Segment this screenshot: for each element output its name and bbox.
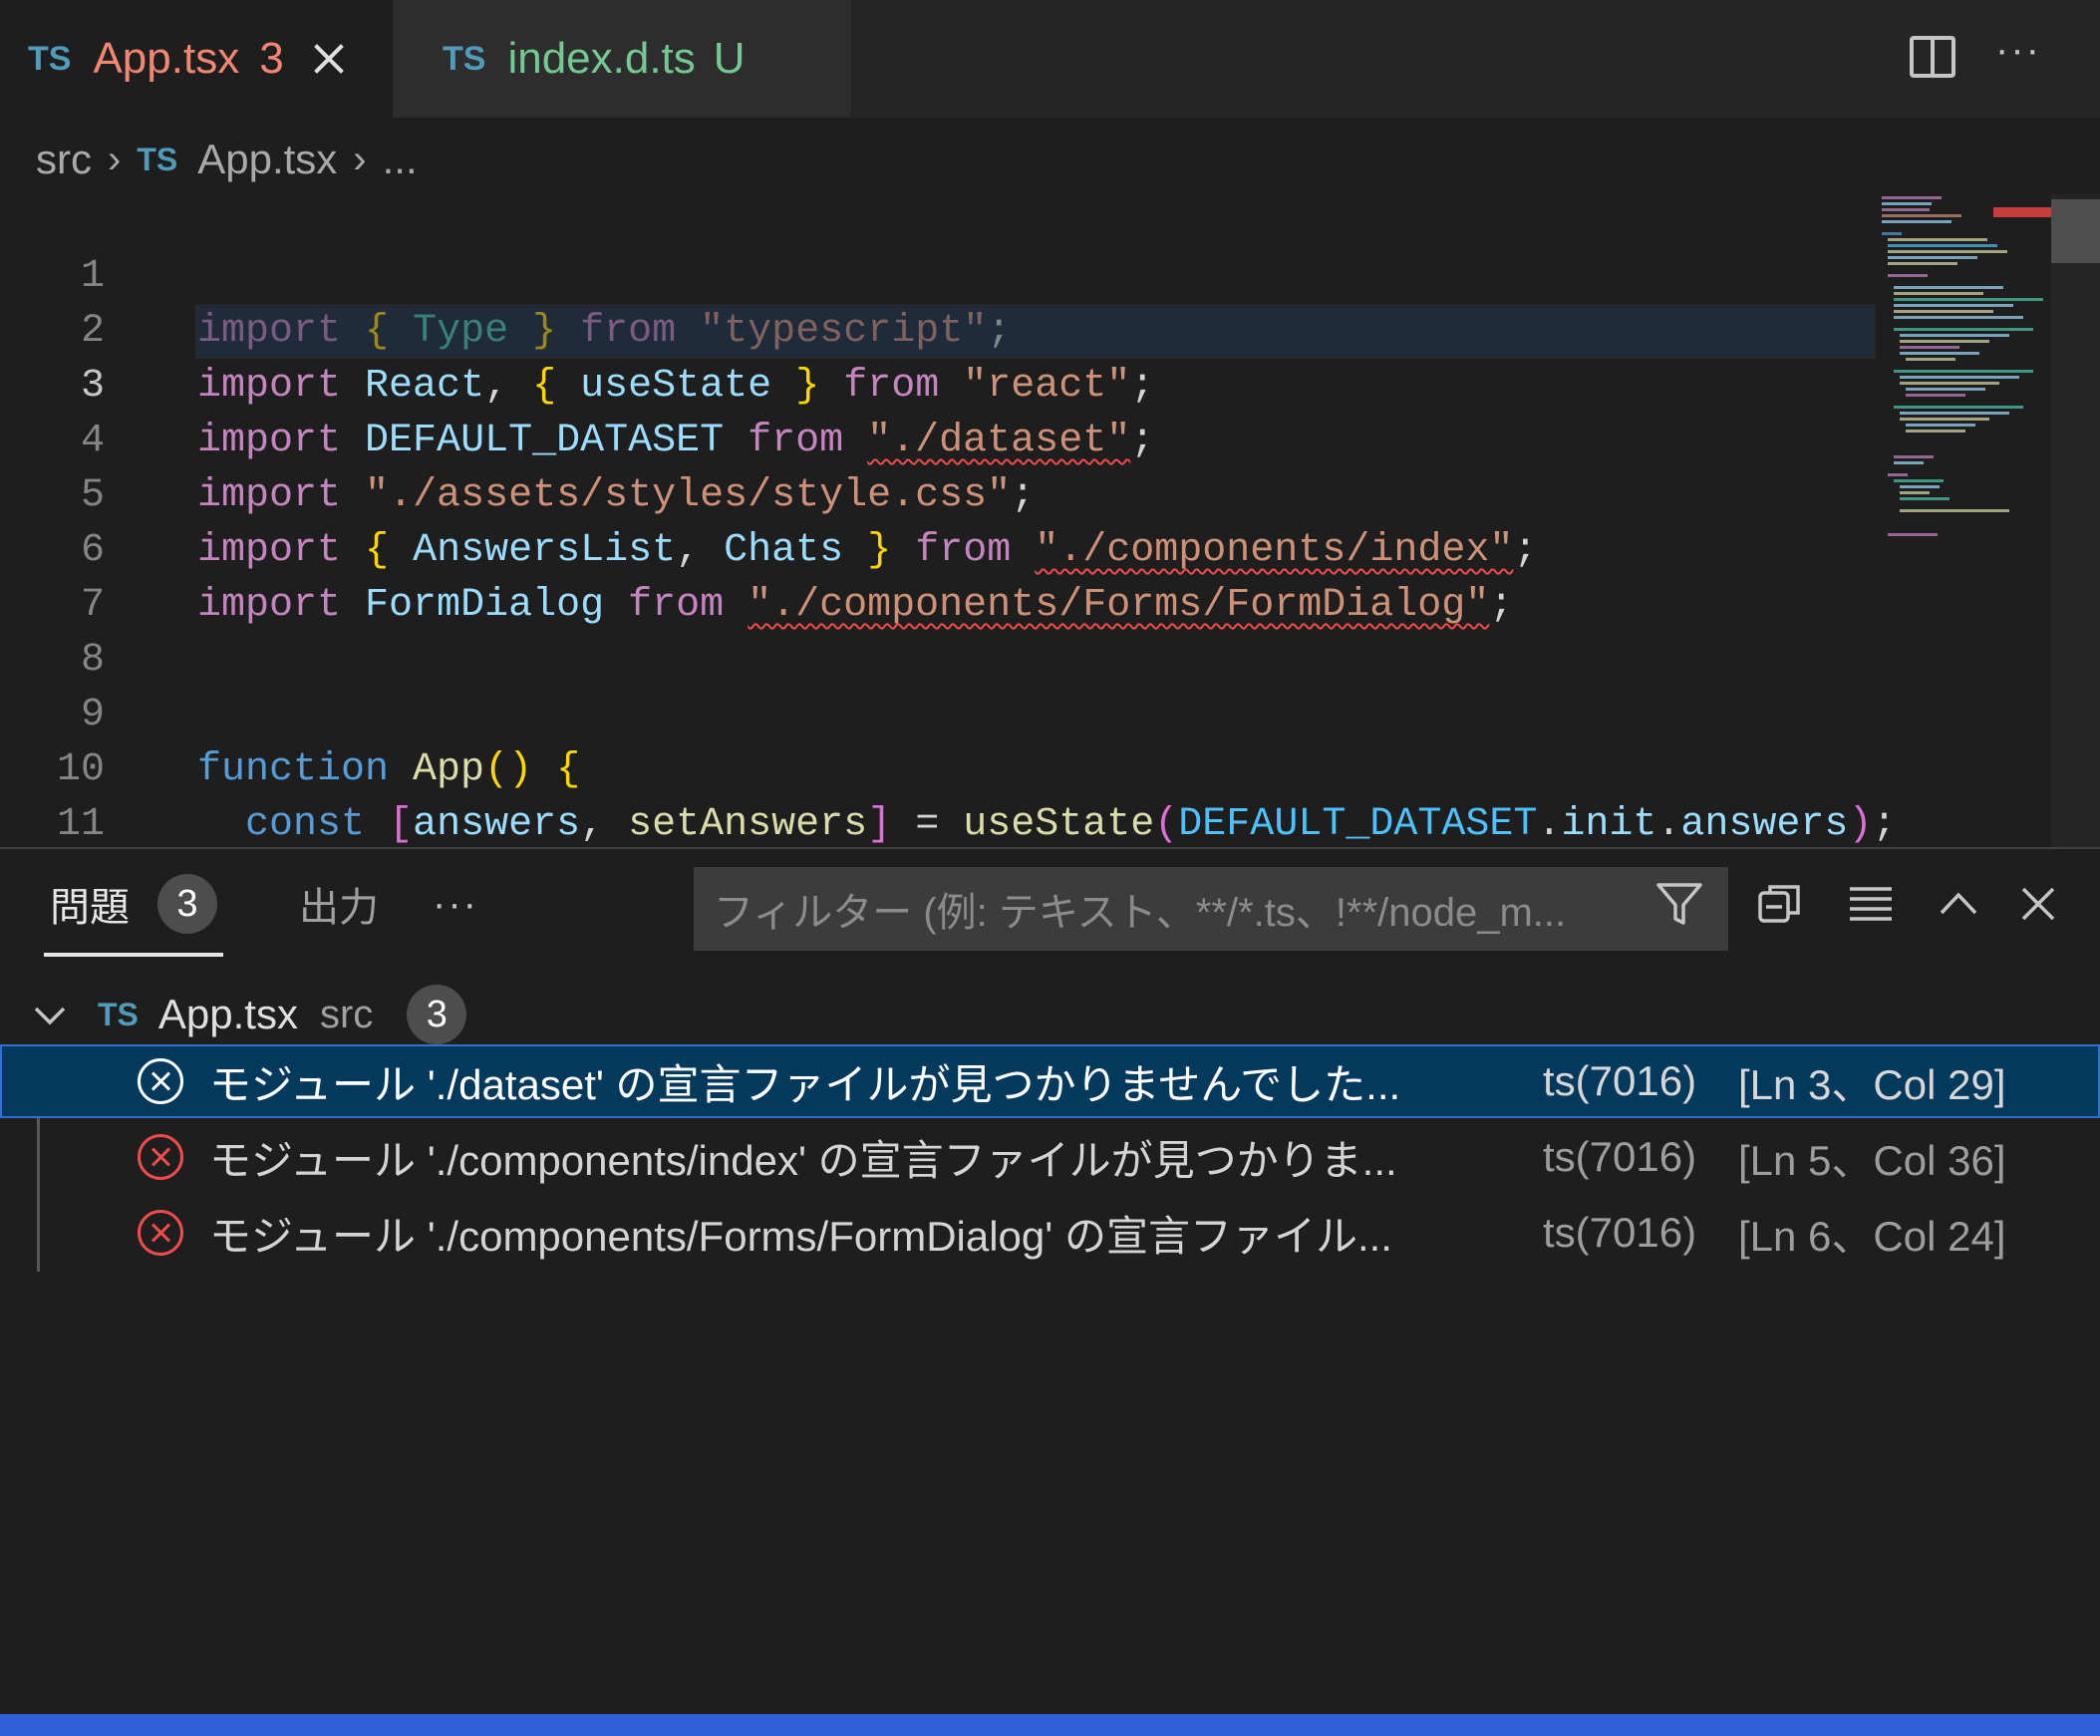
tab-index-d-ts[interactable]: TS index.d.ts U <box>393 0 851 118</box>
problem-item[interactable]: モジュール './components/index' の宣言ファイルが見つかりま… <box>0 1120 2100 1194</box>
breadcrumb-folder[interactable]: src <box>36 136 92 183</box>
close-icon[interactable] <box>312 42 346 76</box>
chevron-right-icon: › <box>353 137 367 181</box>
chevron-down-icon[interactable] <box>30 995 70 1034</box>
problem-location: [Ln 6、Col 24] <box>1738 1212 2006 1260</box>
split-editor-icon[interactable] <box>1910 36 1955 78</box>
problem-source: ts(7016) <box>1543 1057 1697 1104</box>
problems-count-badge: 3 <box>157 874 217 934</box>
problem-source: ts(7016) <box>1543 1133 1697 1180</box>
more-actions-icon[interactable]: ··· <box>1995 30 2051 70</box>
filter-icon[interactable] <box>1654 879 1704 929</box>
scrollbar-thumb[interactable] <box>2051 199 2100 263</box>
breadcrumb: src › TS App.tsx › ... <box>36 132 418 187</box>
code-line: 1 import { Type } from "typescript"; <box>0 194 2053 354</box>
editor-tab-bar: TS App.tsx 3 TS index.d.ts U ··· <box>0 0 2100 118</box>
status-bar <box>0 1714 2100 1736</box>
file-problems-count-badge: 3 <box>407 985 467 1044</box>
problem-item[interactable]: モジュール './dataset' の宣言ファイルが見つかりませんでした... … <box>0 1044 2100 1118</box>
error-icon <box>138 1058 183 1104</box>
code-line: 11 const [chats, setChats] = useState([D… <box>0 742 2053 847</box>
typescript-file-icon: TS <box>28 39 72 78</box>
problem-location: [Ln 3、Col 29] <box>1738 1060 2006 1108</box>
filter-placeholder: フィルター (例: テキスト、**/*.ts、!**/node_m... <box>714 891 1567 935</box>
chevron-up-icon[interactable] <box>1934 879 1983 929</box>
overview-ruler-error-marker <box>1993 207 2051 217</box>
problem-item[interactable]: モジュール './components/Forms/FormDialog' の宣… <box>0 1196 2100 1270</box>
tab-label: App.tsx <box>93 34 240 83</box>
problems-file-dir: src <box>319 992 374 1036</box>
view-as-list-icon[interactable] <box>1846 879 1896 929</box>
typescript-file-icon: TS <box>98 996 139 1032</box>
code-line: 3 import DEFAULT_DATASET from "./dataset… <box>0 304 2053 463</box>
problem-location: [Ln 5、Col 36] <box>1738 1136 2006 1184</box>
active-tab-indicator <box>44 953 223 957</box>
breadcrumb-file[interactable]: App.tsx <box>197 136 337 183</box>
typescript-file-icon: TS <box>137 141 178 177</box>
panel-more-icon[interactable]: ··· <box>433 849 478 959</box>
code-line: 10 const [answers, setAnswers] = useStat… <box>0 688 2053 847</box>
error-icon <box>138 1210 183 1256</box>
problem-source: ts(7016) <box>1543 1209 1697 1256</box>
problems-file-name: App.tsx <box>157 991 298 1037</box>
problems-filter-input[interactable]: フィルター (例: テキスト、**/*.ts、!**/node_m... <box>694 867 1728 951</box>
code-line: 7 <box>0 523 2053 628</box>
collapse-all-icon[interactable] <box>1756 879 1806 929</box>
code-line: 6 import FormDialog from "./components/F… <box>0 468 2053 628</box>
minimap[interactable] <box>1882 194 2053 623</box>
code-editor[interactable]: 1 import { Type } from "typescript"; 2 i… <box>0 194 2053 847</box>
vertical-scrollbar[interactable] <box>2051 194 2100 847</box>
tab-problems[interactable]: 問題 3 <box>50 849 217 959</box>
problems-panel: 問題 3 出力 ··· フィルター (例: テキスト、**/*.ts、!**/n… <box>0 847 2100 1714</box>
problems-file-group[interactable]: TS App.tsx src 3 <box>0 979 2100 1050</box>
problem-message: モジュール './components/index' の宣言ファイルが見つかりま… <box>209 1136 1397 1184</box>
tab-problem-count: 3 <box>259 34 284 83</box>
problem-message: モジュール './components/Forms/FormDialog' の宣… <box>209 1212 1392 1260</box>
tab-git-status: U <box>713 34 746 83</box>
close-panel-icon[interactable] <box>2013 879 2063 929</box>
code-line: 5 import { AnswersList, Chats } from "./… <box>0 414 2053 573</box>
tab-app-tsx[interactable]: TS App.tsx 3 <box>0 0 393 118</box>
panel-tab-bar: 問題 3 出力 ··· フィルター (例: テキスト、**/*.ts、!**/n… <box>0 849 2100 959</box>
breadcrumb-symbol[interactable]: ... <box>383 136 418 183</box>
tab-output[interactable]: 出力 <box>299 849 379 959</box>
code-line: 9 function App() { <box>0 633 2053 792</box>
tab-label: index.d.ts <box>507 34 696 83</box>
code-line: 8 <box>0 578 2053 683</box>
typescript-file-icon: TS <box>443 39 486 78</box>
problem-message: モジュール './dataset' の宣言ファイルが見つかりませんでした... <box>209 1060 1401 1108</box>
code-line: 12 const [selectedAnswers, setSelectedAn… <box>0 797 2053 847</box>
chevron-right-icon: › <box>108 137 122 181</box>
tab-output-label: 出力 <box>299 886 379 930</box>
code-line: 4 import "./assets/styles/style.css"; <box>0 359 2053 518</box>
code-line: 2 import React, { useState } from "react… <box>0 249 2053 409</box>
tab-problems-label: 問題 <box>50 886 130 930</box>
error-icon <box>138 1134 183 1180</box>
